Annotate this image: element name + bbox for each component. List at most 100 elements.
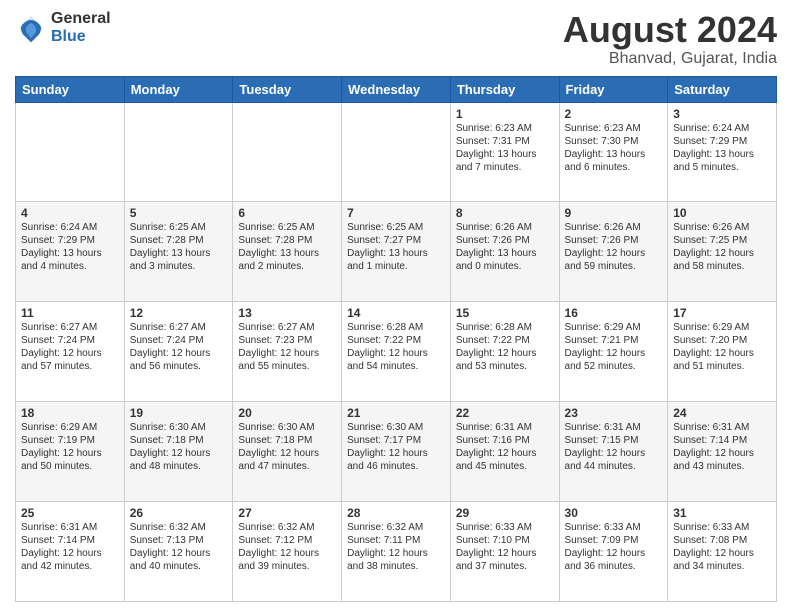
day-number: 30	[565, 506, 663, 520]
day-number: 23	[565, 406, 663, 420]
calendar-header-wednesday: Wednesday	[342, 76, 451, 102]
day-info: Daylight: 13 hours	[456, 247, 554, 260]
day-info: Sunrise: 6:32 AM	[238, 521, 336, 534]
day-number: 8	[456, 206, 554, 220]
calendar-header-monday: Monday	[124, 76, 233, 102]
page: General Blue August 2024 Bhanvad, Gujara…	[0, 0, 792, 612]
calendar-cell: 29Sunrise: 6:33 AMSunset: 7:10 PMDayligh…	[450, 502, 559, 602]
day-info: Sunset: 7:15 PM	[565, 434, 663, 447]
day-info: Sunset: 7:14 PM	[673, 434, 771, 447]
day-number: 1	[456, 107, 554, 121]
day-number: 17	[673, 306, 771, 320]
calendar-cell: 24Sunrise: 6:31 AMSunset: 7:14 PMDayligh…	[668, 402, 777, 502]
day-info: Sunset: 7:14 PM	[21, 534, 119, 547]
day-info: and 53 minutes.	[456, 360, 554, 373]
day-info: Sunset: 7:16 PM	[456, 434, 554, 447]
logo-icon	[15, 12, 47, 44]
calendar-cell: 7Sunrise: 6:25 AMSunset: 7:27 PMDaylight…	[342, 202, 451, 302]
calendar-week-row: 4Sunrise: 6:24 AMSunset: 7:29 PMDaylight…	[16, 202, 777, 302]
day-info: and 7 minutes.	[456, 161, 554, 174]
day-info: and 4 minutes.	[21, 260, 119, 273]
day-info: Daylight: 13 hours	[673, 148, 771, 161]
header: General Blue August 2024 Bhanvad, Gujara…	[15, 10, 777, 68]
day-info: and 5 minutes.	[673, 161, 771, 174]
day-info: Sunrise: 6:27 AM	[238, 321, 336, 334]
day-number: 11	[21, 306, 119, 320]
month-title: August 2024	[563, 10, 777, 50]
day-info: Sunset: 7:13 PM	[130, 534, 228, 547]
logo-text: General Blue	[51, 10, 111, 45]
day-info: Daylight: 12 hours	[238, 347, 336, 360]
day-info: Daylight: 12 hours	[130, 347, 228, 360]
logo: General Blue	[15, 10, 111, 45]
calendar-cell: 26Sunrise: 6:32 AMSunset: 7:13 PMDayligh…	[124, 502, 233, 602]
day-info: Sunset: 7:24 PM	[130, 334, 228, 347]
calendar-week-row: 25Sunrise: 6:31 AMSunset: 7:14 PM Dayligh…	[16, 502, 777, 602]
calendar-header-row: SundayMondayTuesdayWednesdayThursdayFrid…	[16, 76, 777, 102]
day-info: Daylight: 12 hours	[565, 447, 663, 460]
day-info: Sunrise: 6:33 AM	[456, 521, 554, 534]
day-info: Sunset: 7:08 PM	[673, 534, 771, 547]
day-number: 26	[130, 506, 228, 520]
calendar-header-tuesday: Tuesday	[233, 76, 342, 102]
day-number: 19	[130, 406, 228, 420]
day-info: Daylight: 12 hours	[565, 547, 663, 560]
day-info: and 2 minutes.	[238, 260, 336, 273]
day-info: Sunrise: 6:33 AM	[565, 521, 663, 534]
day-info: Sunset: 7:18 PM	[238, 434, 336, 447]
calendar-cell: 11Sunrise: 6:27 AMSunset: 7:24 PMDayligh…	[16, 302, 125, 402]
day-info: Daylight: 12 hours	[130, 547, 228, 560]
day-number: 20	[238, 406, 336, 420]
day-info: Sunset: 7:26 PM	[456, 234, 554, 247]
day-info: Sunrise: 6:30 AM	[238, 421, 336, 434]
day-info: Sunset: 7:20 PM	[673, 334, 771, 347]
calendar-cell: 30Sunrise: 6:33 AMSunset: 7:09 PMDayligh…	[559, 502, 668, 602]
day-info: Daylight: 12 hours	[238, 547, 336, 560]
day-info: Daylight: 13 hours	[565, 148, 663, 161]
day-info: Sunrise: 6:23 AM	[565, 122, 663, 135]
day-info: and 37 minutes.	[456, 560, 554, 573]
day-number: 4	[21, 206, 119, 220]
calendar-cell: 14Sunrise: 6:28 AMSunset: 7:22 PMDayligh…	[342, 302, 451, 402]
calendar-cell: 22Sunrise: 6:31 AMSunset: 7:16 PMDayligh…	[450, 402, 559, 502]
day-number: 22	[456, 406, 554, 420]
day-info: Sunrise: 6:30 AM	[130, 421, 228, 434]
calendar-cell: 20Sunrise: 6:30 AMSunset: 7:18 PMDayligh…	[233, 402, 342, 502]
day-info: and 50 minutes.	[21, 460, 119, 473]
day-info: Sunrise: 6:29 AM	[21, 421, 119, 434]
logo-general: General	[51, 10, 111, 28]
day-number: 28	[347, 506, 445, 520]
day-info: Sunrise: 6:27 AM	[21, 321, 119, 334]
day-info: Sunset: 7:21 PM	[565, 334, 663, 347]
calendar-week-row: 18Sunrise: 6:29 AMSunset: 7:19 PMDayligh…	[16, 402, 777, 502]
day-number: 16	[565, 306, 663, 320]
calendar-cell: 25Sunrise: 6:31 AMSunset: 7:14 PMDayligh…	[16, 502, 125, 602]
day-info: and 43 minutes.	[673, 460, 771, 473]
day-info: and 46 minutes.	[347, 460, 445, 473]
calendar-cell	[342, 102, 451, 202]
day-number: 12	[130, 306, 228, 320]
calendar-cell: 6Sunrise: 6:25 AMSunset: 7:28 PMDaylight…	[233, 202, 342, 302]
calendar-header-friday: Friday	[559, 76, 668, 102]
day-info: Sunrise: 6:25 AM	[347, 221, 445, 234]
day-number: 27	[238, 506, 336, 520]
day-info: and 58 minutes.	[673, 260, 771, 273]
day-info: Sunrise: 6:31 AM	[673, 421, 771, 434]
title-area: August 2024 Bhanvad, Gujarat, India	[563, 10, 777, 68]
day-info: Sunset: 7:17 PM	[347, 434, 445, 447]
day-info: Daylight: 12 hours	[565, 347, 663, 360]
calendar-cell: 27Sunrise: 6:32 AMSunset: 7:12 PMDayligh…	[233, 502, 342, 602]
day-info: Sunrise: 6:30 AM	[347, 421, 445, 434]
day-info: Sunrise: 6:31 AM	[21, 521, 119, 534]
day-info: Daylight: 12 hours	[21, 447, 119, 460]
day-info: and 42 minutes.	[21, 560, 119, 573]
day-number: 25	[21, 506, 119, 520]
location: Bhanvad, Gujarat, India	[563, 50, 777, 68]
day-info: Daylight: 12 hours	[673, 247, 771, 260]
day-info: and 38 minutes.	[347, 560, 445, 573]
day-info: Sunrise: 6:31 AM	[565, 421, 663, 434]
calendar-header-thursday: Thursday	[450, 76, 559, 102]
calendar-cell: 31Sunrise: 6:33 AMSunset: 7:08 PMDayligh…	[668, 502, 777, 602]
day-info: Sunrise: 6:29 AM	[565, 321, 663, 334]
day-info: and 40 minutes.	[130, 560, 228, 573]
